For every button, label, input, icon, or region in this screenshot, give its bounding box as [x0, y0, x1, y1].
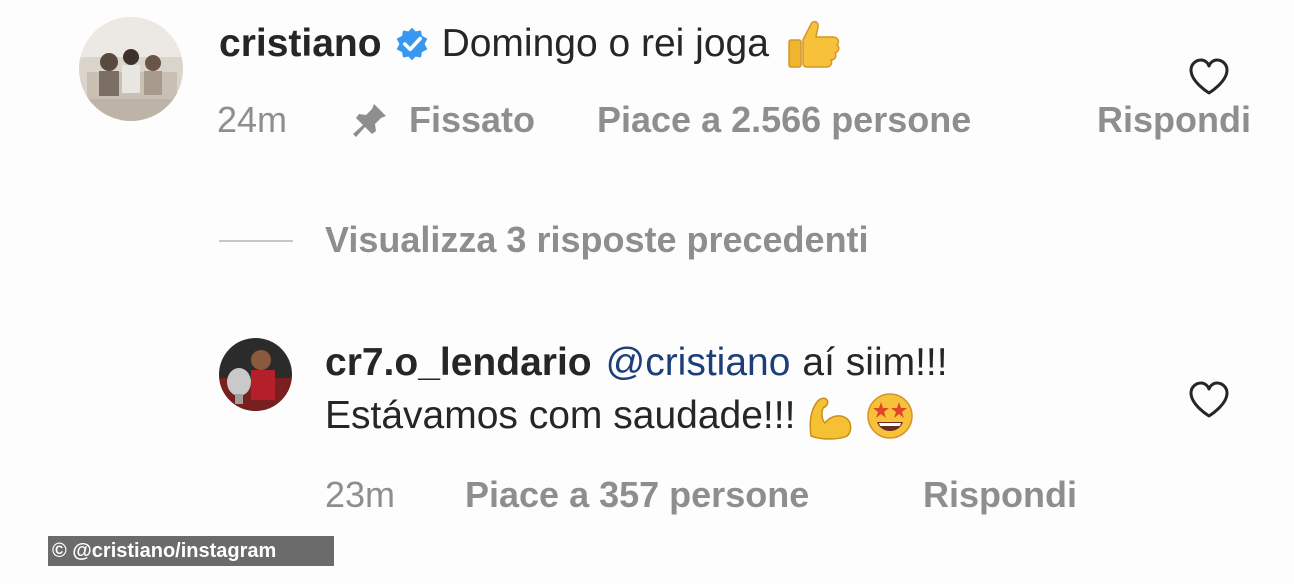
flexed-biceps-emoji	[805, 392, 855, 440]
reply-mention-link[interactable]: @cristiano	[606, 340, 791, 386]
reply-text-line1: aí siim!!!	[802, 341, 948, 384]
pin-icon	[350, 100, 390, 140]
image-credit: © @cristiano/instagram	[48, 536, 334, 566]
reply-reply-button[interactable]: Rispondi	[923, 474, 1077, 516]
comment-line: cristiano Domingo o rei joga	[219, 18, 841, 70]
replies-divider	[219, 240, 293, 242]
verified-badge-icon	[394, 26, 430, 62]
pinned-label: Fissato	[409, 99, 536, 140]
view-previous-replies-button[interactable]: Visualizza 3 risposte precedenti	[325, 219, 869, 261]
reply-time: 23m	[325, 474, 396, 515]
comment-likes-count[interactable]: Piace a 2.566 persone	[597, 99, 971, 141]
reply-likes-count[interactable]: Piace a 357 persone	[465, 474, 809, 516]
avatar-cristiano[interactable]	[79, 17, 183, 121]
comment-text: Domingo o rei joga	[441, 22, 769, 65]
comments-screen: cristiano Domingo o rei joga 24m Fissato…	[0, 0, 1294, 584]
reply-line-1: cr7.o_lendario @cristiano aí siim!!!	[325, 340, 948, 386]
comment-reply-button[interactable]: Rispondi	[1097, 99, 1251, 141]
star-struck-emoji	[865, 392, 915, 440]
thumbs-up-emoji	[785, 18, 841, 70]
comment-username[interactable]: cristiano	[219, 21, 382, 67]
avatar-cr7-o-lendario[interactable]	[219, 338, 292, 411]
reply-line-2: Estávamos com saudade!!!	[325, 392, 915, 440]
reply-username[interactable]: cr7.o_lendario	[325, 340, 592, 386]
like-heart-icon[interactable]	[1188, 58, 1230, 96]
comment-time: 24m	[217, 99, 288, 140]
reply-text-line2: Estávamos com saudade!!!	[325, 394, 796, 437]
reply-like-heart-icon[interactable]	[1188, 381, 1230, 419]
